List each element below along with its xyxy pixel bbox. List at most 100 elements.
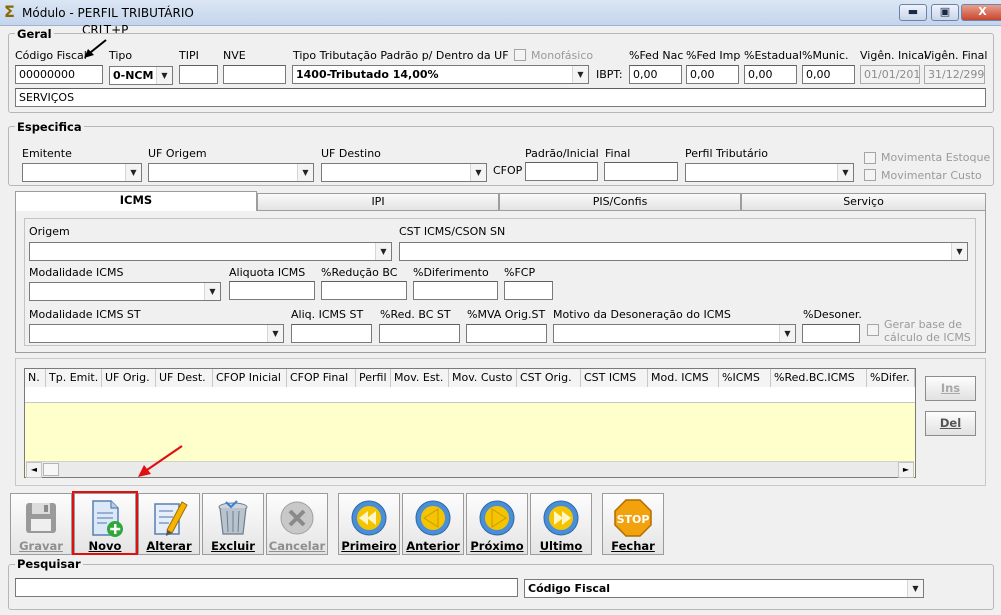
- proximo-button[interactable]: Próximo: [466, 493, 528, 555]
- motivo-desoneracao-select[interactable]: ▼: [553, 324, 796, 343]
- codigo-fiscal-input[interactable]: 00000000: [15, 65, 103, 84]
- aliquota-icms-input[interactable]: [229, 281, 315, 300]
- gravar-button[interactable]: Gravar: [10, 493, 72, 555]
- window-title: Módulo - PERFIL TRIBUTÁRIO: [22, 6, 194, 20]
- cst-select[interactable]: ▼: [399, 242, 968, 261]
- anterior-button[interactable]: Anterior: [402, 493, 464, 555]
- origem-select[interactable]: ▼: [29, 242, 392, 261]
- grid-col-header[interactable]: UF Dest.: [156, 369, 213, 387]
- munic-label: %Munic.: [802, 49, 849, 62]
- emitente-select[interactable]: ▼: [22, 163, 142, 182]
- tipo-select[interactable]: 0-NCM ▼: [109, 66, 173, 85]
- tab-ipi[interactable]: IPI: [257, 193, 499, 210]
- grid-col-header[interactable]: %ICMS: [719, 369, 771, 387]
- modalidade-icms-st-label: Modalidade ICMS ST: [29, 308, 141, 321]
- grid-col-header[interactable]: %Red.BC.ICMS: [771, 369, 867, 387]
- modalidade-icms-st-select[interactable]: ▼: [29, 324, 284, 343]
- grid-col-header[interactable]: Tp. Emit.: [46, 369, 102, 387]
- tipi-input[interactable]: [179, 65, 218, 84]
- vigen-inicial-input[interactable]: 01/01/2016: [860, 65, 920, 84]
- alterar-button[interactable]: Alterar: [138, 493, 200, 555]
- nve-input[interactable]: [223, 65, 286, 84]
- cancelar-button[interactable]: Cancelar: [266, 493, 328, 555]
- ultimo-button[interactable]: Ultimo: [530, 493, 592, 555]
- minimize-button[interactable]: ▬: [899, 4, 927, 21]
- cfop-inicial-input[interactable]: [525, 162, 598, 181]
- tab-pis-cofins[interactable]: PIS/Confis: [499, 193, 741, 210]
- fechar-button[interactable]: STOP Fechar: [602, 493, 664, 555]
- chevron-down-icon[interactable]: ▼: [572, 66, 588, 83]
- scroll-right-icon[interactable]: ►: [898, 462, 914, 478]
- tipo-tributacao-select[interactable]: 1400-Tributado 14,00% ▼: [292, 65, 589, 84]
- estadual-label: %Estadual: [744, 49, 802, 62]
- chevron-down-icon[interactable]: ▼: [837, 164, 853, 181]
- modalidade-icms-label: Modalidade ICMS: [29, 266, 124, 279]
- grid-col-header[interactable]: Mod. ICMS: [648, 369, 719, 387]
- grid-col-header[interactable]: Perfil: [356, 369, 391, 387]
- perfil-tributario-select[interactable]: ▼: [685, 163, 854, 182]
- fed-nac-input[interactable]: 0,00: [629, 65, 682, 84]
- red-bc-st-input[interactable]: [379, 324, 460, 343]
- vigen-final-input[interactable]: 31/12/2999: [924, 65, 985, 84]
- pesquisar-field-select[interactable]: Código Fiscal ▼: [524, 579, 924, 598]
- chevron-down-icon[interactable]: ▼: [375, 243, 391, 260]
- chevron-down-icon[interactable]: ▼: [125, 164, 141, 181]
- monofasico-checkbox[interactable]: [514, 49, 526, 61]
- chevron-down-icon[interactable]: ▼: [267, 325, 283, 342]
- fed-imp-input[interactable]: 0,00: [686, 65, 739, 84]
- chevron-down-icon[interactable]: ▼: [297, 164, 313, 181]
- close-button[interactable]: X: [961, 4, 1001, 21]
- reducao-bc-input[interactable]: [321, 281, 407, 300]
- vigen-final-label: Vigên. Final: [924, 49, 988, 62]
- grid-col-header[interactable]: %Difer.: [867, 369, 915, 387]
- diferimento-label: %Diferimento: [413, 266, 489, 279]
- scroll-thumb[interactable]: [43, 463, 59, 476]
- uf-destino-select[interactable]: ▼: [321, 163, 487, 182]
- grid-col-header[interactable]: UF Orig.: [102, 369, 156, 387]
- chevron-down-icon[interactable]: ▼: [204, 283, 220, 300]
- grid-col-header[interactable]: Mov. Est.: [391, 369, 449, 387]
- diferimento-input[interactable]: [413, 281, 498, 300]
- munic-input[interactable]: 0,00: [802, 65, 855, 84]
- estadual-input[interactable]: 0,00: [744, 65, 797, 84]
- grid-col-header[interactable]: CFOP Final: [287, 369, 356, 387]
- mva-orig-st-input[interactable]: [466, 324, 547, 343]
- modalidade-icms-select[interactable]: ▼: [29, 282, 221, 301]
- table-row[interactable]: [25, 387, 915, 403]
- uf-origem-select[interactable]: ▼: [148, 163, 314, 182]
- tab-servico[interactable]: Serviço: [741, 193, 986, 210]
- ins-button[interactable]: Ins: [925, 376, 976, 401]
- chevron-down-icon[interactable]: ▼: [907, 580, 923, 597]
- mva-orig-st-label: %MVA Orig.ST: [467, 308, 546, 321]
- chevron-down-icon[interactable]: ▼: [470, 164, 486, 181]
- nve-label: NVE: [223, 49, 246, 62]
- chevron-down-icon[interactable]: ▼: [779, 325, 795, 342]
- grid-col-header[interactable]: CST Orig.: [517, 369, 581, 387]
- grid-header: N. Tp. Emit. UF Orig. UF Dest. CFOP Inic…: [25, 369, 915, 387]
- gerar-base-checkbox[interactable]: [867, 324, 879, 336]
- excluir-button[interactable]: Excluir: [202, 493, 264, 555]
- movimentar-custo-label: Movimentar Custo: [881, 169, 982, 182]
- fcp-input[interactable]: [504, 281, 553, 300]
- pesquisar-input[interactable]: [15, 578, 518, 597]
- chevron-down-icon[interactable]: ▼: [951, 243, 967, 260]
- chevron-down-icon[interactable]: ▼: [156, 67, 172, 84]
- maximize-button[interactable]: ▣: [931, 4, 959, 21]
- grid-col-header[interactable]: CFOP Inicial: [213, 369, 287, 387]
- movimenta-estoque-label: Movimenta Estoque: [881, 151, 991, 164]
- cancel-icon: [280, 501, 314, 535]
- grid-col-header[interactable]: CST ICMS: [581, 369, 648, 387]
- grid-col-header[interactable]: N.: [25, 369, 46, 387]
- movimentar-custo-checkbox[interactable]: [864, 169, 876, 181]
- tab-icms[interactable]: ICMS: [15, 191, 257, 211]
- cfop-final-input[interactable]: [604, 162, 678, 181]
- scroll-left-icon[interactable]: ◄: [26, 462, 42, 478]
- aliq-icms-st-input[interactable]: [291, 324, 372, 343]
- descricao-input[interactable]: SERVIÇOS: [15, 88, 986, 107]
- movimenta-estoque-checkbox[interactable]: [864, 152, 876, 164]
- del-button[interactable]: Del: [925, 411, 976, 436]
- uf-origem-label: UF Origem: [148, 147, 207, 160]
- primeiro-button[interactable]: Primeiro: [338, 493, 400, 555]
- desoner-input[interactable]: [802, 324, 860, 343]
- grid-col-header[interactable]: Mov. Custo: [449, 369, 517, 387]
